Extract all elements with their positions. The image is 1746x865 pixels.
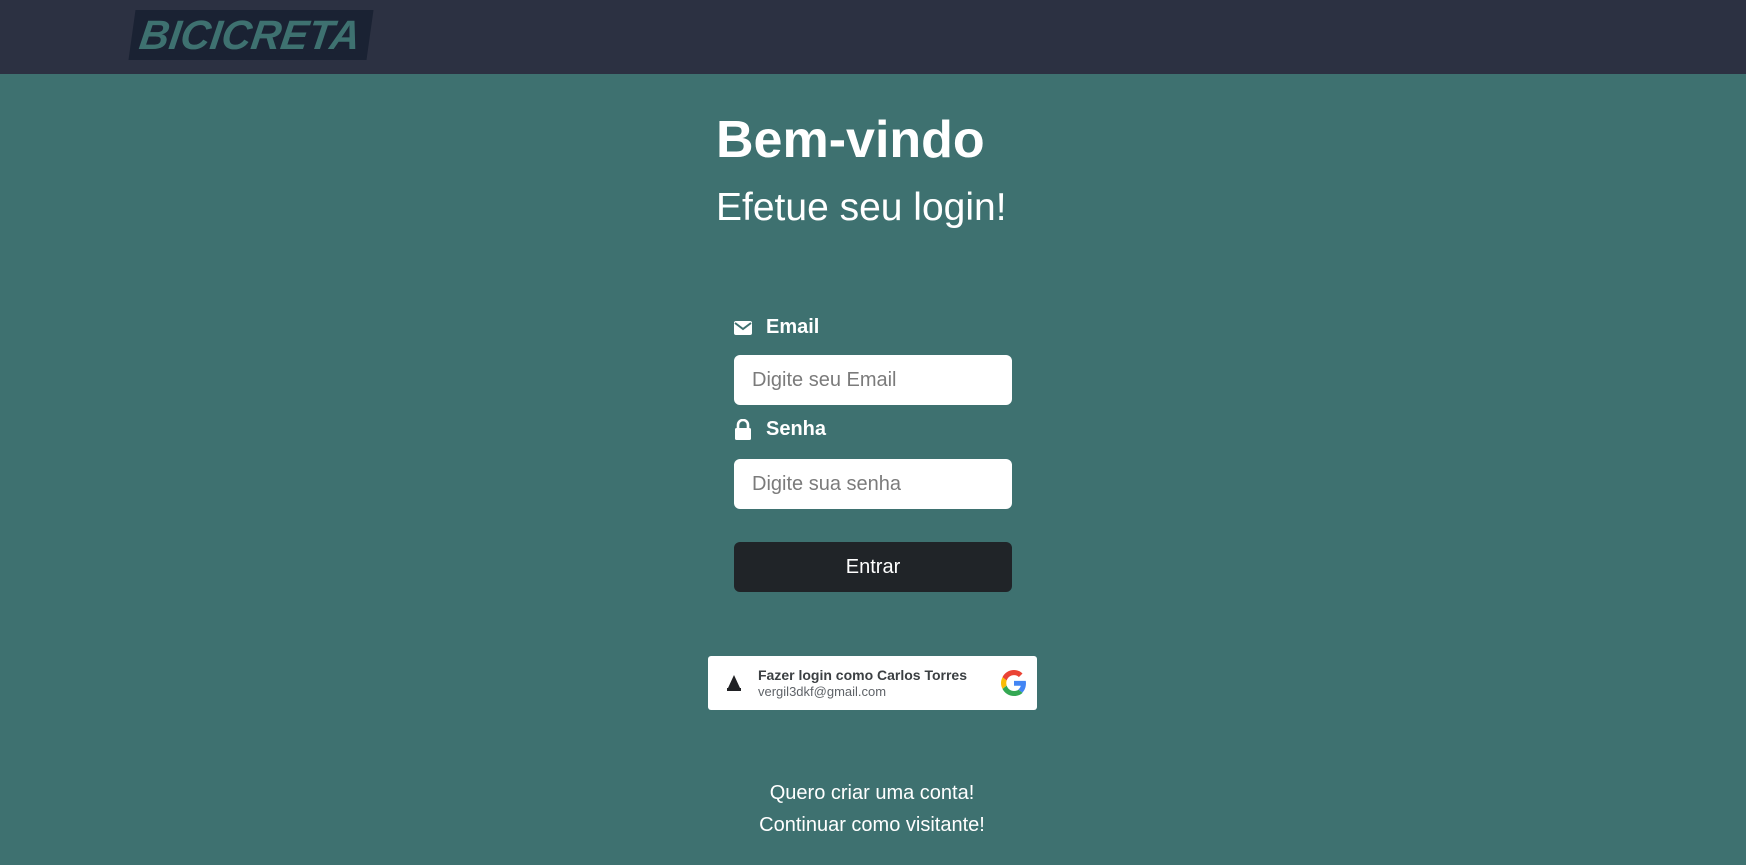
google-account-name: Fazer login como Carlos Torres xyxy=(758,666,968,683)
brand-logo-text: BICICRETA xyxy=(136,11,364,58)
email-label-text: Email xyxy=(766,316,820,338)
password-input[interactable] xyxy=(734,459,1012,509)
login-button[interactable]: Entrar xyxy=(734,542,1012,592)
brand-logo[interactable]: BICICRETA xyxy=(128,10,374,60)
welcome-title: Bem-vindo xyxy=(716,111,985,169)
google-account-email: vergil3dkf@gmail.com xyxy=(758,683,887,699)
welcome-subtitle: Efetue seu login! xyxy=(716,186,1007,229)
lock-icon xyxy=(734,418,752,440)
password-label: Senha xyxy=(734,418,826,441)
email-input[interactable] xyxy=(734,355,1012,405)
top-navbar: BICICRETA xyxy=(0,0,1746,74)
password-label-text: Senha xyxy=(766,418,827,440)
google-logo-icon xyxy=(1001,670,1027,696)
email-label: Email xyxy=(734,316,819,339)
google-signin-button[interactable]: Fazer login como Carlos Torres vergil3dk… xyxy=(708,656,1037,710)
continue-guest-link[interactable]: Continuar como visitante! xyxy=(0,814,1745,837)
create-account-link[interactable]: Quero criar uma conta! xyxy=(0,782,1745,805)
envelope-icon xyxy=(734,319,752,337)
user-avatar-icon xyxy=(722,671,746,695)
google-account-info: Fazer login como Carlos Torres vergil3dk… xyxy=(758,667,1001,700)
